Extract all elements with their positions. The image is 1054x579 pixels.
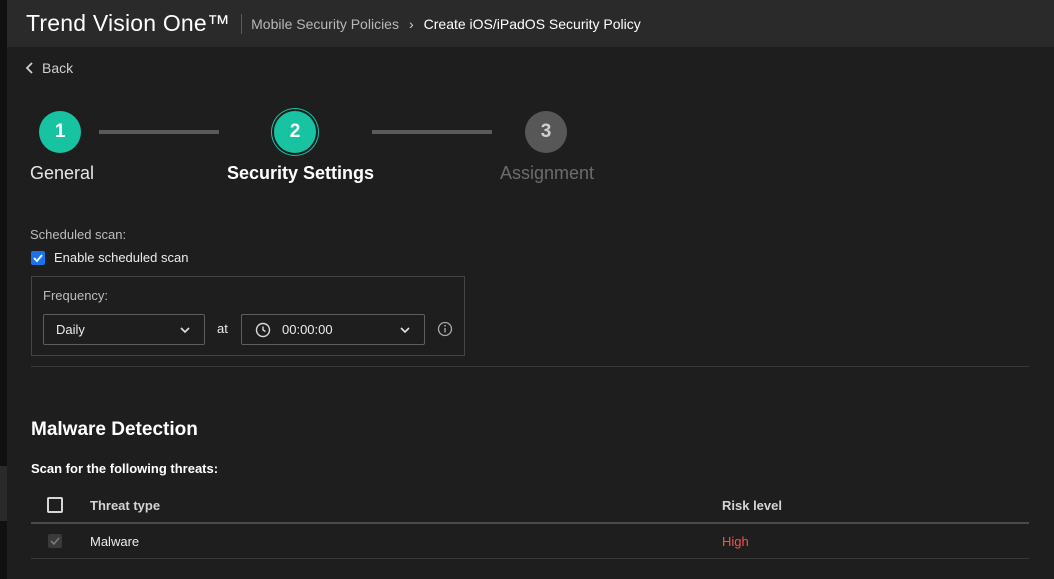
enable-scheduled-scan-label[interactable]: Enable scheduled scan xyxy=(54,250,188,265)
checkmark-icon xyxy=(33,254,43,263)
risk-level-cell: High xyxy=(722,534,749,549)
step-connector-1 xyxy=(99,130,219,134)
header-separator xyxy=(241,13,243,34)
step-2-label: Security Settings xyxy=(227,163,375,183)
step-1-circle: 1 xyxy=(39,111,81,153)
time-picker[interactable]: 00:00:00 xyxy=(241,314,425,345)
clock-icon xyxy=(255,322,271,337)
step-2-circle: 2 xyxy=(274,111,316,153)
app-title: Trend Vision One™ xyxy=(26,10,231,36)
breadcrumb-current: Create iOS/iPadOS Security Policy xyxy=(423,15,641,32)
scan-threats-subtitle: Scan for the following threats: xyxy=(31,461,219,476)
enable-scheduled-scan-checkbox[interactable] xyxy=(31,251,45,265)
frequency-label: Frequency: xyxy=(43,288,109,303)
frequency-select[interactable]: Daily xyxy=(43,314,205,345)
threat-type-cell: Malware xyxy=(90,534,140,549)
checkmark-icon xyxy=(50,537,60,546)
chevron-down-icon xyxy=(400,327,410,334)
time-picker-value: 00:00:00 xyxy=(282,322,333,337)
threat-table-header: Threat type Risk level xyxy=(31,490,1029,524)
scheduled-scan-label: Scheduled scan: xyxy=(30,227,127,242)
back-link[interactable]: Back xyxy=(24,60,73,76)
step-1-label: General xyxy=(30,163,95,183)
section-divider xyxy=(31,366,1029,367)
row-checkbox xyxy=(48,534,62,548)
malware-detection-title: Malware Detection xyxy=(31,419,198,440)
chevron-down-icon xyxy=(180,327,190,334)
step-3-circle: 3 xyxy=(525,111,567,153)
frequency-select-value: Daily xyxy=(56,322,85,337)
step-3-label: Assignment xyxy=(500,163,595,183)
column-threat-type[interactable]: Threat type xyxy=(90,498,160,513)
column-risk-level[interactable]: Risk level xyxy=(722,498,782,513)
info-icon[interactable] xyxy=(437,321,453,337)
step-connector-2 xyxy=(372,130,492,134)
back-label: Back xyxy=(42,60,74,76)
select-all-checkbox[interactable] xyxy=(47,497,63,513)
chevron-left-icon xyxy=(25,62,33,74)
left-edge-notch xyxy=(0,466,7,521)
top-header: Trend Vision One™ Mobile Security Polici… xyxy=(7,0,1054,47)
table-row: Malware High xyxy=(31,524,1029,559)
breadcrumb-parent[interactable]: Mobile Security Policies xyxy=(251,16,399,32)
breadcrumb-separator: › xyxy=(408,15,414,32)
at-label: at xyxy=(217,321,228,336)
left-edge-strip xyxy=(0,0,7,579)
